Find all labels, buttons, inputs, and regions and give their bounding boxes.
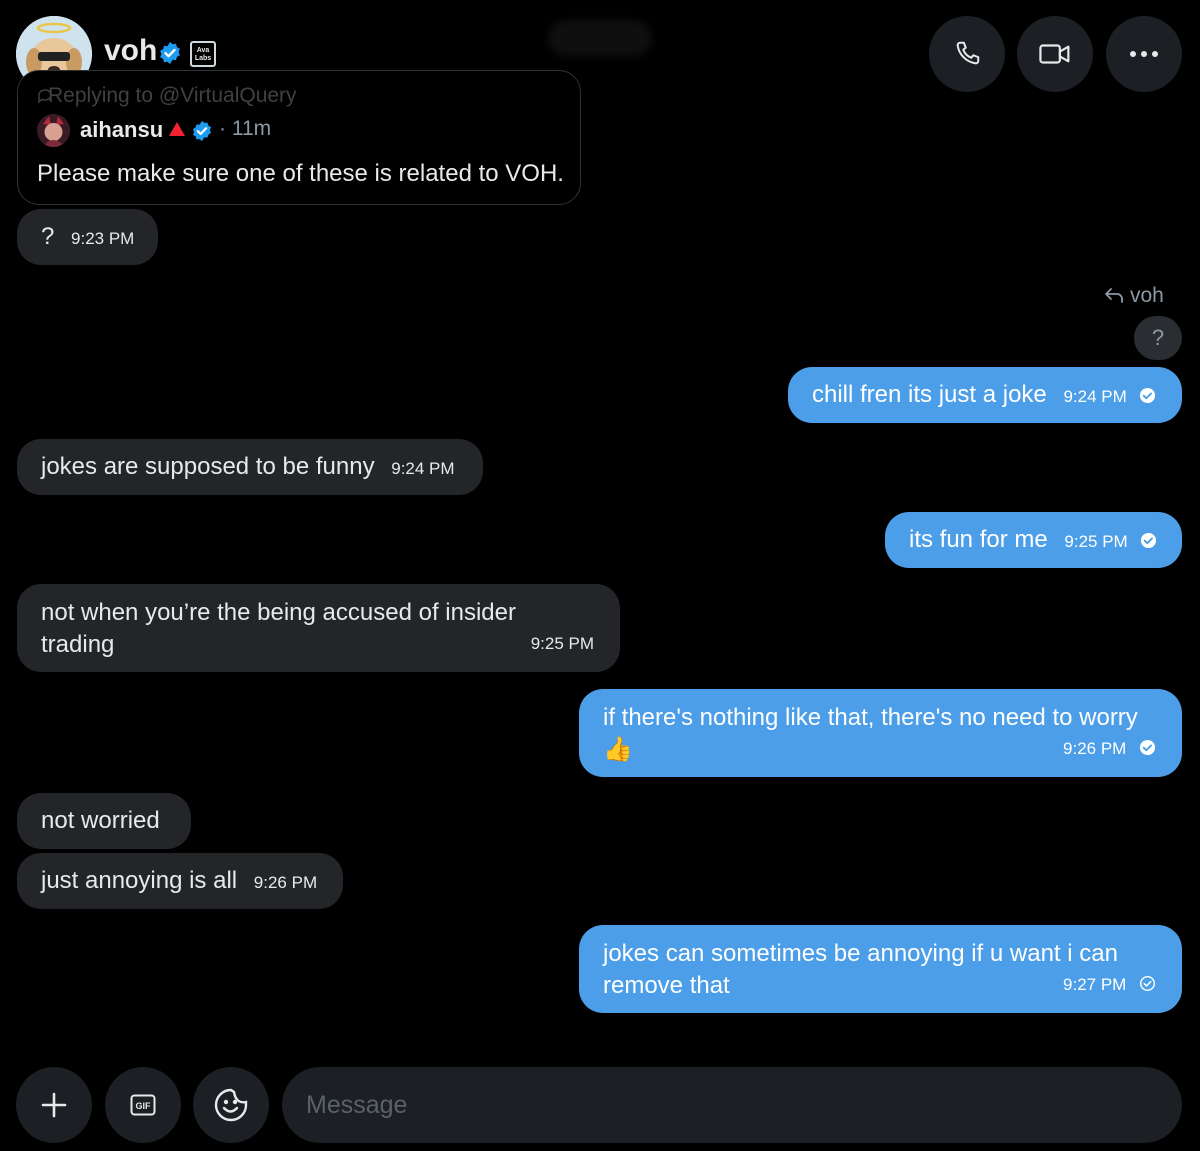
user-avatar-icon xyxy=(37,114,70,147)
incoming-message[interactable]: ? 9:23 PM xyxy=(17,209,159,265)
phone-icon xyxy=(956,41,980,65)
more-options-button[interactable] xyxy=(1106,16,1182,92)
incoming-message[interactable]: not when you’re the being accused of ins… xyxy=(17,584,620,672)
gif-button[interactable]: GIF xyxy=(105,1067,181,1143)
message-time: 9:25 PM xyxy=(1064,532,1128,551)
message-text: jokes can sometimes be annoying if u wan… xyxy=(603,940,1118,999)
message-time: 9:24 PM xyxy=(391,459,455,478)
replied-message-preview[interactable]: ? xyxy=(1134,316,1182,360)
outgoing-message[interactable]: if there's nothing like that, there's no… xyxy=(579,689,1182,777)
message-time: 9:24 PM xyxy=(1063,387,1127,406)
message-text: jokes are supposed to be funny xyxy=(41,453,375,480)
message-text: its fun for me xyxy=(909,526,1048,553)
quoted-user-avatar[interactable] xyxy=(37,114,70,147)
verified-badge-icon xyxy=(160,42,180,64)
message-time: 9:25 PM xyxy=(530,634,594,653)
message-text: chill fren its just a joke xyxy=(812,381,1047,408)
incoming-message[interactable]: just annoying is all 9:26 PM xyxy=(17,853,343,909)
affiliate-badge: Ava Labs xyxy=(190,41,216,67)
message-time: 9:26 PM xyxy=(1063,739,1127,758)
plus-icon xyxy=(41,1092,67,1118)
sent-check-icon xyxy=(1139,976,1156,992)
quoted-post-text: Please make sure one of these is related… xyxy=(37,160,564,187)
quoted-user-name[interactable]: aihansu xyxy=(80,117,163,143)
message-meta: 9:26 PM xyxy=(1063,731,1156,765)
chat-partner-name[interactable]: voh xyxy=(104,34,157,68)
read-check-icon xyxy=(1139,740,1156,756)
message-text: not worried xyxy=(41,807,160,834)
incoming-message[interactable]: jokes are supposed to be funny 9:24 PM xyxy=(17,439,483,495)
replying-to-label: Replying to @VirtualQuery xyxy=(48,84,297,107)
message-time: 9:27 PM xyxy=(1063,975,1127,994)
outgoing-message[interactable]: its fun for me 9:25 PM xyxy=(885,512,1182,568)
gif-icon: GIF xyxy=(130,1094,156,1116)
quoted-post-time: · 11m xyxy=(219,117,272,140)
message-composer[interactable] xyxy=(282,1067,1182,1143)
sticker-button[interactable] xyxy=(193,1067,269,1143)
message-text: not when you’re the being accused of ins… xyxy=(41,599,516,658)
message-text: ? xyxy=(41,223,55,250)
affiliate-badge-label: Ava Labs xyxy=(194,47,212,62)
incoming-message[interactable]: not worried xyxy=(17,793,191,849)
outgoing-message[interactable]: jokes can sometimes be annoying if u wan… xyxy=(579,925,1182,1013)
gif-label: GIF xyxy=(136,1101,152,1111)
red-triangle-icon xyxy=(169,122,185,136)
message-time: 9:23 PM xyxy=(71,229,135,248)
outgoing-message[interactable]: chill fren its just a joke 9:24 PM xyxy=(788,367,1182,423)
message-meta: 9:27 PM xyxy=(1063,967,1156,1001)
more-icon xyxy=(1130,51,1158,57)
verified-badge-icon xyxy=(192,120,212,142)
reply-arrow-icon xyxy=(1105,288,1123,303)
message-time: 9:26 PM xyxy=(253,873,318,892)
reply-reference[interactable]: voh xyxy=(1104,284,1164,308)
reply-reference-name: voh xyxy=(1130,284,1164,307)
video-icon xyxy=(1039,44,1070,64)
video-call-button[interactable] xyxy=(1017,16,1093,92)
message-input[interactable] xyxy=(306,1085,1146,1125)
message-text: just annoying is all xyxy=(41,867,238,894)
add-attachment-button[interactable] xyxy=(16,1067,92,1143)
blurred-header-pill xyxy=(548,20,652,56)
call-button[interactable] xyxy=(929,16,1005,92)
read-check-icon xyxy=(1140,388,1156,404)
read-check-icon xyxy=(1141,533,1157,549)
sticker-icon xyxy=(214,1088,248,1122)
